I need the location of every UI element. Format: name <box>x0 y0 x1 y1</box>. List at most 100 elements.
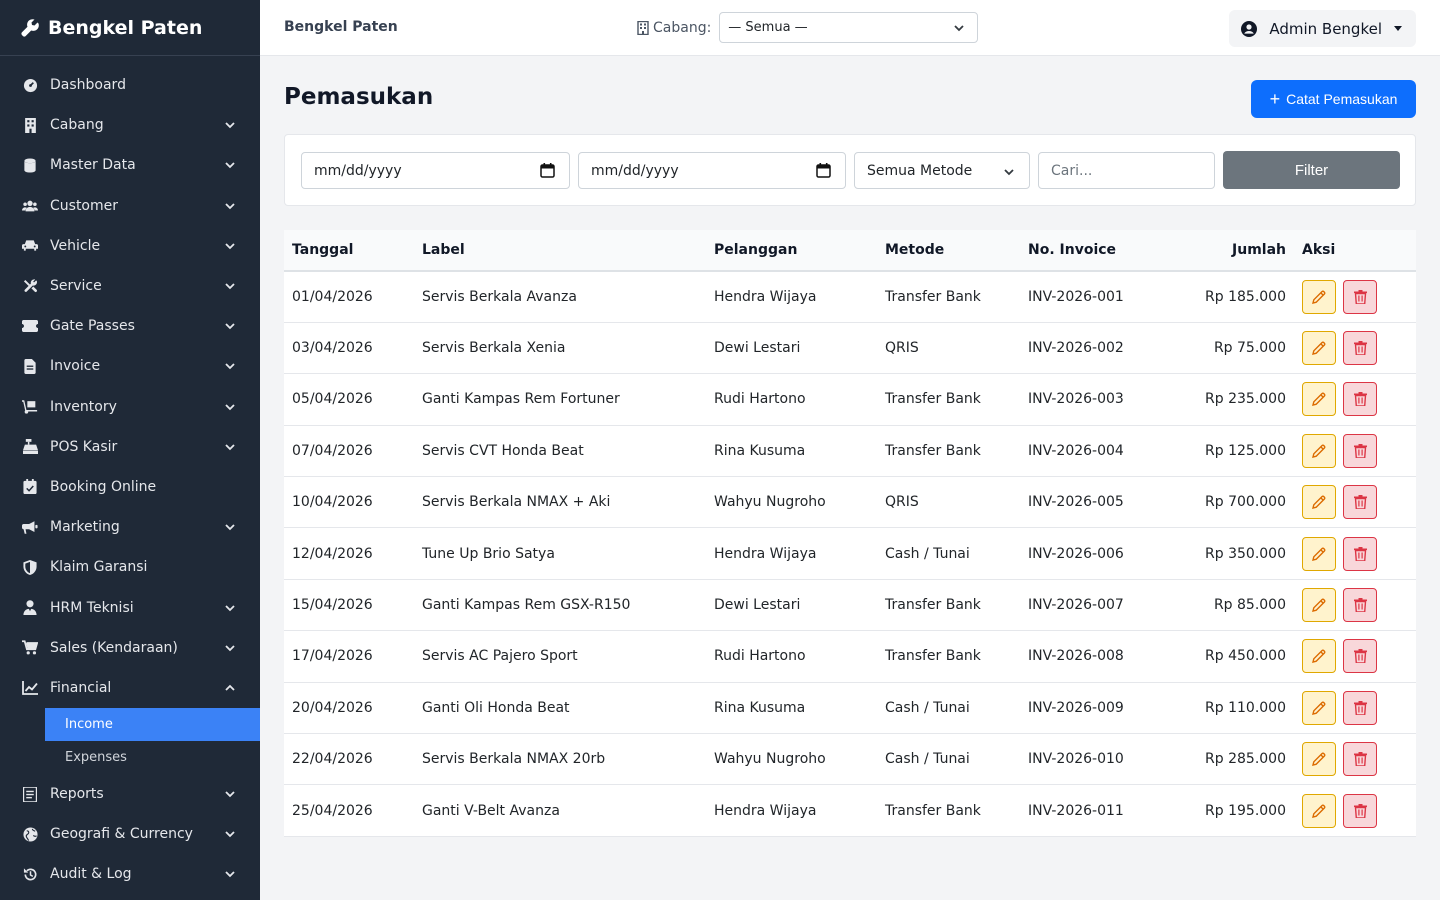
sidebar-nav: Dashboard Cabang Master Data Customer Vehicl… <box>0 56 260 895</box>
add-income-button[interactable]: + Catat Pemasukan <box>1251 80 1416 118</box>
building-icon <box>637 20 649 35</box>
table-row: 15/04/2026 Ganti Kampas Rem GSX-R150 Dewi … <box>284 579 1416 632</box>
sidebar-item-hrm-teknisi[interactable]: HRM Teknisi <box>0 587 260 627</box>
pencil-icon <box>1312 444 1326 458</box>
cell-date: 20/04/2026 <box>284 682 414 735</box>
sidebar-item-invoice[interactable]: Invoice <box>0 346 260 386</box>
sidebar-item-financial[interactable]: Financial <box>0 668 260 708</box>
edit-button[interactable] <box>1302 690 1336 725</box>
cell-invoice: INV-2026-008 <box>1020 630 1150 683</box>
table-row: 22/04/2026 Servis Berkala NMAX 20rb Wahyu … <box>284 733 1416 786</box>
cell-method: Cash / Tunai <box>877 527 1020 580</box>
car-icon <box>22 238 38 254</box>
cell-date: 10/04/2026 <box>284 476 414 529</box>
cell-actions <box>1294 322 1416 375</box>
bullhorn-icon <box>22 519 38 535</box>
sidebar-subitem-expenses[interactable]: Expenses <box>45 741 260 774</box>
date-to-input[interactable]: mm/dd/yyyy <box>578 152 846 189</box>
date-from-input[interactable]: mm/dd/yyyy <box>301 152 570 189</box>
sidebar-item-audit-log[interactable]: Audit & Log <box>0 854 260 894</box>
table-row: 05/04/2026 Ganti Kampas Rem Fortuner Rudi … <box>284 373 1416 426</box>
delete-button[interactable] <box>1343 742 1377 777</box>
sidebar-item-label: Marketing <box>50 519 120 536</box>
cell-method: QRIS <box>877 322 1020 375</box>
cell-customer: Rina Kusuma <box>706 682 877 735</box>
brand[interactable]: Bengkel Paten <box>0 0 260 56</box>
sidebar-item-gate-passes[interactable]: Gate Passes <box>0 306 260 346</box>
edit-button[interactable] <box>1302 331 1336 366</box>
sidebar-item-sales-kendaraan[interactable]: Sales (Kendaraan) <box>0 628 260 668</box>
sidebar-item-geografi-currency[interactable]: Geografi & Currency <box>0 814 260 854</box>
pencil-icon <box>1312 547 1326 561</box>
sidebar-item-klaim-garansi[interactable]: Klaim Garansi <box>0 547 260 587</box>
cell-date: 01/04/2026 <box>284 271 414 323</box>
cell-actions <box>1294 425 1416 478</box>
sidebar-item-cabang[interactable]: Cabang <box>0 105 260 145</box>
cell-invoice: INV-2026-003 <box>1020 373 1150 426</box>
chevron-down-icon <box>225 363 235 370</box>
sidebar-item-master-data[interactable]: Master Data <box>0 145 260 185</box>
sidebar-item-service[interactable]: Service <box>0 266 260 306</box>
cell-invoice: INV-2026-004 <box>1020 425 1150 478</box>
chevron-down-icon <box>225 791 235 798</box>
calendar-icon[interactable] <box>816 163 831 178</box>
delete-button[interactable] <box>1343 536 1377 571</box>
delete-button[interactable] <box>1343 588 1377 623</box>
edit-button[interactable] <box>1302 382 1336 417</box>
trash-icon <box>1353 700 1367 715</box>
edit-button[interactable] <box>1302 793 1336 828</box>
chart-line-icon <box>22 680 38 696</box>
cell-invoice: INV-2026-009 <box>1020 682 1150 735</box>
sidebar-item-pos-kasir[interactable]: POS Kasir <box>0 427 260 467</box>
delete-button[interactable] <box>1343 331 1377 366</box>
cell-date: 07/04/2026 <box>284 425 414 478</box>
cell-label: Ganti Kampas Rem Fortuner <box>414 373 706 426</box>
delete-button[interactable] <box>1343 639 1377 674</box>
edit-button[interactable] <box>1302 588 1336 623</box>
edit-button[interactable] <box>1302 742 1336 777</box>
chevron-down-icon <box>225 444 235 451</box>
users-icon <box>22 198 38 214</box>
sidebar-item-marketing[interactable]: Marketing <box>0 507 260 547</box>
delete-button[interactable] <box>1343 485 1377 520</box>
edit-button[interactable] <box>1302 433 1336 468</box>
delete-button[interactable] <box>1343 690 1377 725</box>
sidebar-item-customer[interactable]: Customer <box>0 186 260 226</box>
edit-button[interactable] <box>1302 279 1336 314</box>
cell-customer: Hendra Wijaya <box>706 527 877 580</box>
filter-button[interactable]: Filter <box>1223 151 1400 189</box>
column-header-metode: Metode <box>877 230 1020 272</box>
cell-date: 22/04/2026 <box>284 733 414 786</box>
cell-label: Ganti Kampas Rem GSX-R150 <box>414 579 706 632</box>
cell-amount: Rp 185.000 <box>1150 271 1294 323</box>
metode-select[interactable]: Semua Metode <box>854 152 1030 189</box>
edit-button[interactable] <box>1302 536 1336 571</box>
chevron-down-icon <box>225 283 235 290</box>
edit-button[interactable] <box>1302 485 1336 520</box>
sidebar-item-dashboard[interactable]: Dashboard <box>0 65 260 105</box>
chevron-down-icon <box>225 243 235 250</box>
sidebar-item-booking-online[interactable]: Booking Online <box>0 467 260 507</box>
delete-button[interactable] <box>1343 793 1377 828</box>
sidebar-item-reports[interactable]: Reports <box>0 774 260 814</box>
cell-method: Transfer Bank <box>877 425 1020 478</box>
sidebar-item-inventory[interactable]: Inventory <box>0 387 260 427</box>
edit-button[interactable] <box>1302 639 1336 674</box>
chevron-down-icon <box>225 122 235 129</box>
table-row: 25/04/2026 Ganti V-Belt Avanza Hendra Wija… <box>284 784 1416 837</box>
cabang-select[interactable]: — Semua — <box>719 12 979 43</box>
search-input[interactable]: Cari... <box>1038 152 1215 189</box>
delete-button[interactable] <box>1343 382 1377 417</box>
delete-button[interactable] <box>1343 433 1377 468</box>
sidebar-item-vehicle[interactable]: Vehicle <box>0 226 260 266</box>
pencil-icon <box>1312 804 1326 818</box>
cell-label: Servis CVT Honda Beat <box>414 425 706 478</box>
trash-icon <box>1353 289 1367 304</box>
sidebar-subitem-income[interactable]: Income <box>45 708 260 741</box>
cell-method: Transfer Bank <box>877 579 1020 632</box>
list-icon <box>22 786 38 802</box>
calendar-icon[interactable] <box>540 163 555 178</box>
delete-button[interactable] <box>1343 279 1377 314</box>
user-menu-button[interactable]: Admin Bengkel <box>1229 10 1416 47</box>
metode-value: Semua Metode <box>867 162 973 179</box>
